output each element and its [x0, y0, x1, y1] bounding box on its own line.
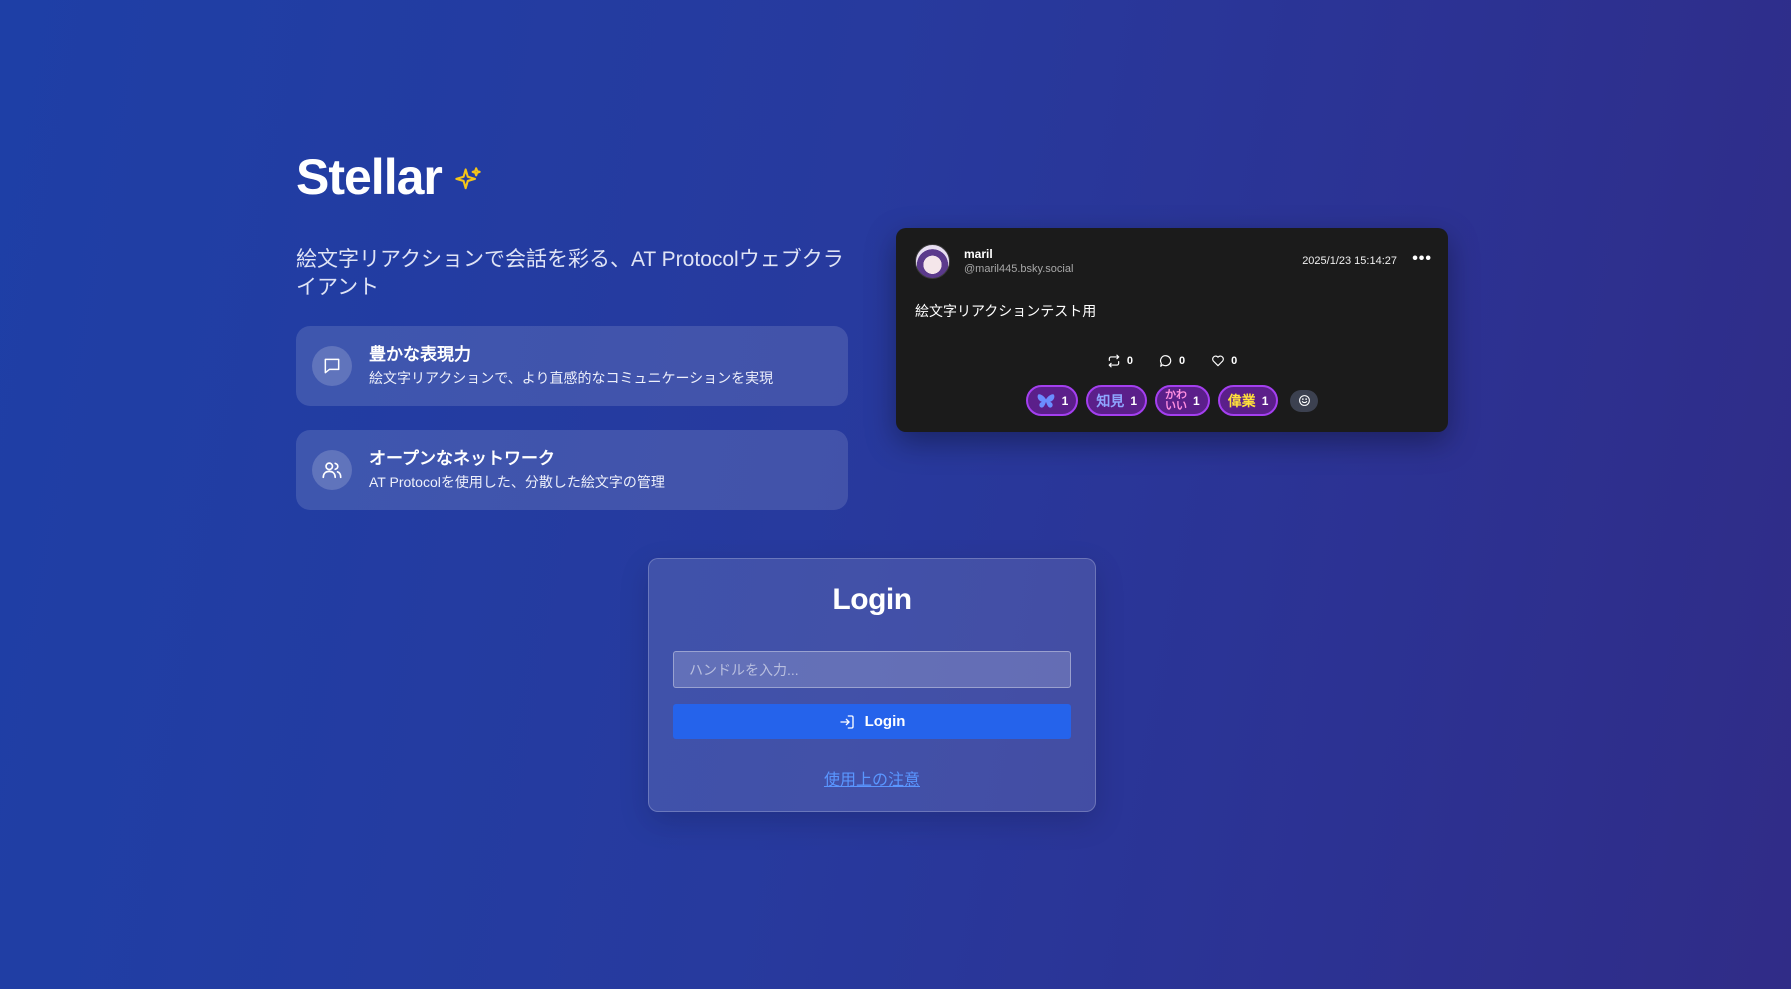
smiley-icon	[1298, 395, 1310, 406]
like-button[interactable]: 0	[1211, 354, 1237, 368]
reaction-emoji: 知見	[1096, 392, 1125, 409]
reaction-kawaii[interactable]: かわいい 1	[1155, 385, 1210, 416]
reaction-chiken[interactable]: 知見 1	[1086, 385, 1147, 416]
post-author-handle[interactable]: @maril445.bsky.social	[964, 263, 1073, 275]
more-options-icon[interactable]: •••	[1412, 250, 1432, 268]
login-button[interactable]: Login	[673, 704, 1071, 739]
repost-button[interactable]: 0	[1107, 354, 1133, 368]
handle-input[interactable]	[673, 651, 1071, 688]
users-icon	[312, 450, 352, 490]
sample-post-card: maril @maril445.bsky.social 2025/1/23 15…	[896, 228, 1448, 432]
sparkles-icon	[455, 167, 481, 190]
app-tagline: 絵文字リアクションで会話を彩る、AT Protocolウェブクライアント	[296, 248, 844, 299]
post-timestamp: 2025/1/23 15:14:27	[1302, 255, 1397, 267]
post-actions: 0 0 0	[896, 354, 1448, 368]
reaction-butterfly[interactable]: 1	[1025, 385, 1079, 416]
sign-in-icon	[839, 714, 854, 729]
butterfly-icon	[1037, 393, 1055, 408]
reaction-count: 1	[1061, 393, 1069, 408]
feature-description: 絵文字リアクションで、より直感的なコミュニケーションを実現	[369, 370, 774, 386]
post-author-name[interactable]: maril	[964, 247, 993, 261]
login-card: Login Login 使用上の注意	[648, 558, 1096, 812]
heart-icon	[1212, 355, 1224, 367]
feature-title: 豊かな表現力	[369, 345, 471, 364]
terms-link[interactable]: 使用上の注意	[649, 766, 1095, 790]
reply-count: 0	[1178, 355, 1186, 367]
like-count: 0	[1231, 355, 1238, 367]
feature-card-expression: 豊かな表現力 絵文字リアクションで、より直感的なコミュニケーションを実現	[296, 326, 848, 406]
avatar[interactable]	[915, 244, 950, 279]
post-text: 絵文字リアクションテスト用	[915, 303, 1097, 319]
reaction-count: 1	[1193, 393, 1200, 408]
reaction-igyou[interactable]: 偉業 1	[1217, 385, 1279, 416]
reaction-emoji: 偉業	[1227, 392, 1256, 409]
add-reaction-button[interactable]	[1290, 389, 1319, 412]
reply-button[interactable]: 0	[1159, 354, 1185, 368]
chat-bubble-icon	[312, 346, 352, 386]
login-heading: Login	[832, 583, 912, 616]
login-button-label: Login	[864, 713, 906, 730]
app-title: Stellar	[296, 148, 482, 206]
reaction-bar: 1 知見 1 かわいい 1 偉業 1	[896, 385, 1448, 416]
feature-card-network: オープンなネットワーク AT Protocolを使用した、分散した絵文字の管理	[296, 430, 848, 510]
feature-description: AT Protocolを使用した、分散した絵文字の管理	[369, 474, 665, 490]
repost-count: 0	[1126, 355, 1133, 367]
comment-icon	[1160, 355, 1172, 367]
feature-title: オープンなネットワーク	[369, 449, 555, 468]
repost-icon	[1108, 354, 1120, 368]
app-title-text: Stellar	[296, 149, 443, 205]
reaction-emoji: かわいい	[1165, 388, 1187, 412]
reaction-count: 1	[1130, 393, 1137, 408]
reaction-count: 1	[1261, 393, 1269, 408]
